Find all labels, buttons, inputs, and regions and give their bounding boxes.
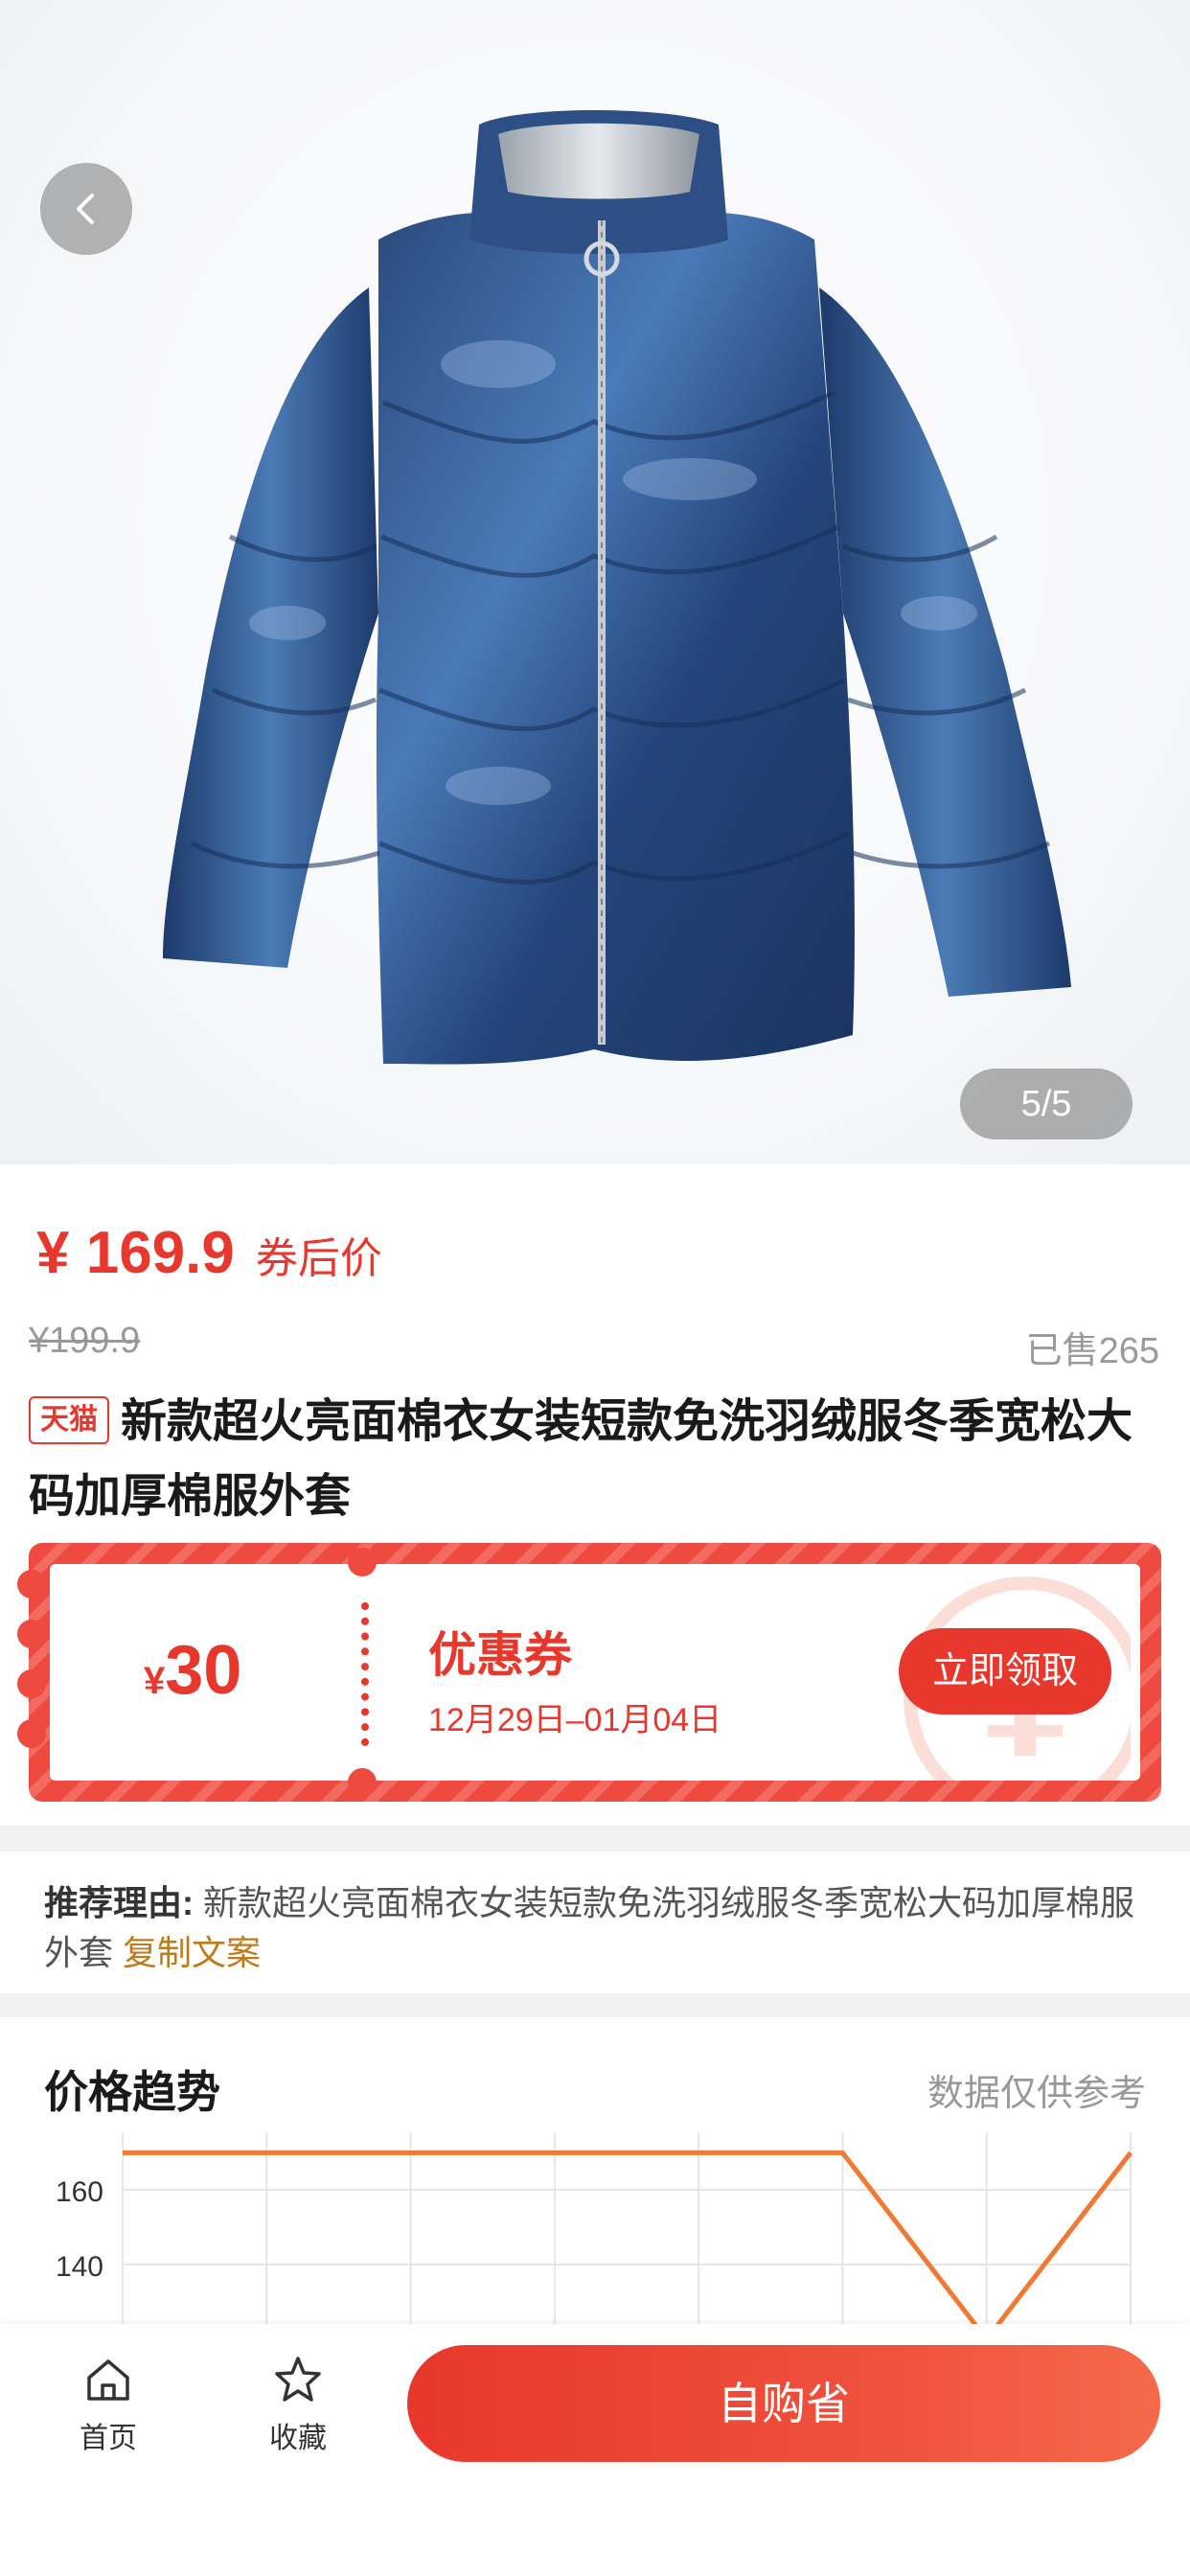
coupon-currency: ¥ [144, 1660, 166, 1702]
reason-label: 推荐理由: [44, 1883, 203, 1922]
coupon-card[interactable]: ¥ ¥30 优惠券 12月29日–01月04日 立即领取 [17, 1543, 1161, 1802]
sold-count: 已售265 [1025, 1331, 1159, 1371]
coupon-value: 30 [165, 1632, 242, 1709]
coupon-title: 优惠券 [428, 1628, 572, 1682]
chevron-left-icon [77, 194, 94, 224]
copy-text-link[interactable]: 复制文案 [123, 1933, 261, 1972]
recommend-reason: 推荐理由: 新款超火亮面棉衣女装短款免洗羽绒服冬季宽松大码加厚棉服外套 复制文案 [0, 1852, 1190, 1993]
bottom-bar: 首页 收藏 自购省 [0, 2324, 1190, 2576]
image-counter: 5/5 [960, 1069, 1133, 1139]
claim-coupon-button[interactable]: 立即领取 [899, 1628, 1111, 1714]
coupon-body: ¥ ¥30 优惠券 12月29日–01月04日 立即领取 [50, 1564, 1140, 1781]
product-title: 天猫 新款超火亮面棉衣女装短款免洗羽绒服冬季宽松大码加厚棉服外套 [29, 1385, 1159, 1534]
coupon-notch [348, 1768, 377, 1797]
home-icon [87, 2359, 129, 2401]
original-price: ¥199.9 [29, 1321, 141, 1361]
tab-favorite[interactable]: 收藏 [240, 2353, 355, 2456]
coupon-date-range: 12月29日–01月04日 [428, 1702, 722, 1738]
tab-home[interactable]: 首页 [51, 2353, 166, 2456]
price-series-line [123, 2150, 1133, 2342]
platform-badge: 天猫 [29, 1396, 109, 1444]
self-buy-button[interactable]: 自购省 [407, 2345, 1160, 2462]
product-title-text: 新款超火亮面棉衣女装短款免洗羽绒服冬季宽松大码加厚棉服外套 [29, 1396, 1133, 1522]
price-tag: 券后价 [255, 1235, 382, 1282]
price-row: ¥ 169.9 券后价 [36, 1219, 382, 1287]
jacket-image [163, 110, 1071, 1065]
home-label: 首页 [80, 2423, 137, 2454]
product-info: ¥ 169.9 券后价 ¥199.9 已售265 天猫 新款超火亮面棉衣女装短款免… [0, 1164, 1190, 1826]
coupon-notch [17, 1719, 46, 1748]
product-image[interactable]: 5/5 [0, 0, 1190, 1164]
star-icon [275, 2357, 321, 2402]
coupon-amount: ¥30 [144, 1631, 241, 1710]
y-tick-label: 160 [56, 2176, 103, 2208]
coupon-notch [348, 1548, 377, 1576]
favorite-label: 收藏 [269, 2423, 327, 2454]
coupon-divider [361, 1602, 369, 1746]
back-button[interactable] [40, 163, 132, 255]
product-detail-screen: 5/5 ¥ 169.9 券后价 ¥199.9 已售265 天猫 新款超火亮面棉衣女… [0, 0, 1190, 2576]
reason-text: 推荐理由: 新款超火亮面棉衣女装短款免洗羽绒服冬季宽松大码加厚棉服外套 复制文案 [44, 1878, 1146, 1978]
y-tick-label: 140 [56, 2251, 103, 2283]
coupon-notch [17, 1620, 46, 1648]
coupon-notch [17, 1570, 46, 1598]
coupon-notch [17, 1669, 46, 1698]
coupon-price: ¥ 169.9 [36, 1220, 235, 1286]
